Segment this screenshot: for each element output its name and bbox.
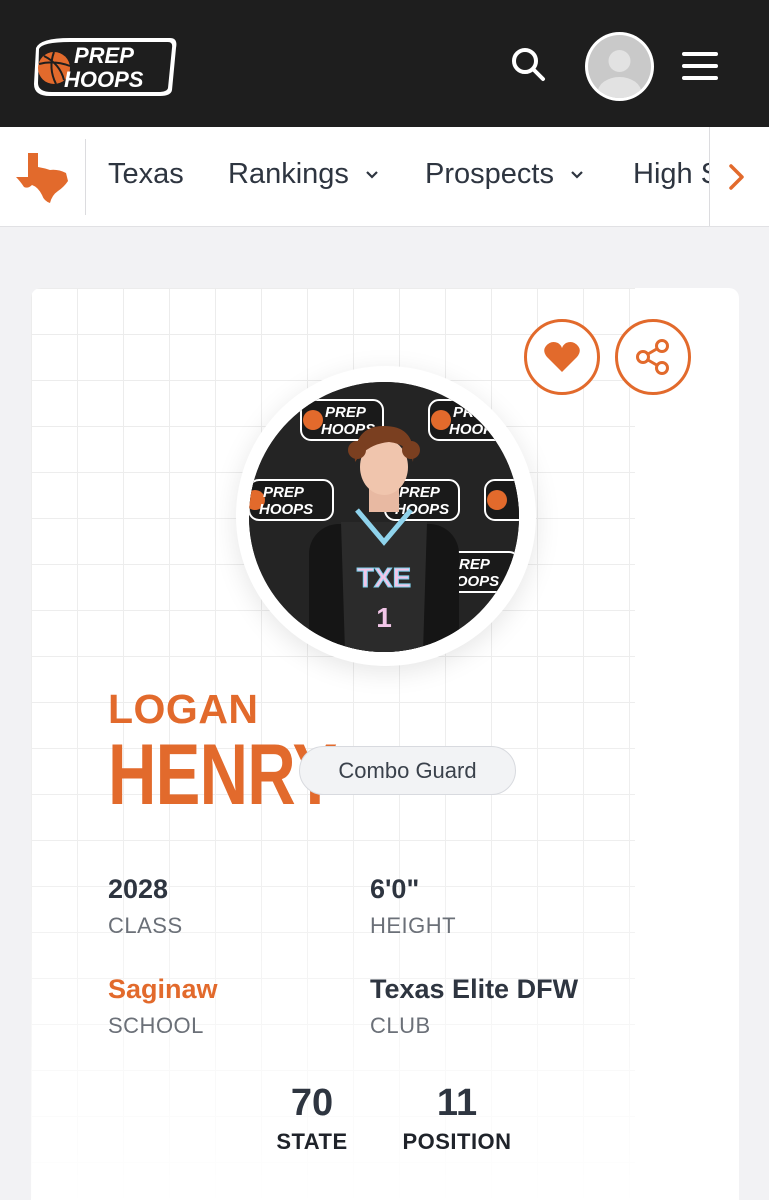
stat-label: CLUB [370, 1013, 431, 1038]
svg-text:HOOPS: HOOPS [449, 421, 503, 438]
logo-graphic: PREP HOOPS [34, 38, 177, 96]
player-photo-frame: PREP HOOPS PREP HOOPS PREP HOOPS PREP HO… [236, 366, 536, 666]
nav-item-label: Texas [108, 158, 184, 190]
texas-map-icon[interactable] [14, 151, 72, 205]
school-link[interactable]: Saginaw [108, 974, 218, 1005]
chevron-down-icon [366, 170, 378, 179]
nav-item-high-schools[interactable]: High S [633, 158, 720, 191]
nav-item-rankings[interactable]: Rankings [228, 158, 379, 191]
stat-label: HEIGHT [370, 913, 457, 938]
nav-item-texas[interactable]: Texas [108, 158, 184, 191]
rank-value: 70 [290, 1082, 334, 1124]
player-photo: PREP HOOPS PREP HOOPS PREP HOOPS PREP HO… [249, 382, 519, 652]
state-ranking: 70 STATE [237, 1082, 387, 1155]
stat-label: CLASS [108, 913, 183, 938]
player-first-name: LOGAN [108, 686, 259, 732]
backdrop-logo [484, 479, 519, 521]
share-button[interactable] [615, 319, 691, 395]
svg-text:HOOPS: HOOPS [395, 501, 449, 518]
avatar [588, 35, 651, 98]
stat-value: 2028 [108, 874, 169, 904]
stat-school: Saginaw SCHOOL [108, 974, 218, 1039]
user-avatar-button[interactable] [585, 32, 654, 101]
svg-text:PREP: PREP [399, 484, 441, 501]
stat-height: 6'0" HEIGHT [370, 874, 456, 939]
prep-hoops-logo[interactable]: PREP HOOPS [30, 34, 180, 98]
stat-value: 6'0" [370, 874, 420, 904]
nav-item-prospects[interactable]: Prospects [425, 158, 584, 191]
position-ranking: 11 POSITION [382, 1082, 532, 1155]
position-badge: Combo Guard [299, 746, 516, 795]
top-header: PREP HOOPS [0, 0, 769, 127]
svg-text:PREP: PREP [263, 484, 305, 501]
stat-label: SCHOOL [108, 1013, 204, 1038]
stat-value: Texas Elite DFW [370, 974, 579, 1004]
svg-text:TXE: TXE [357, 562, 411, 593]
default-user-icon [597, 50, 642, 98]
rank-label: STATE [276, 1129, 348, 1154]
nav-item-label: Prospects [425, 158, 554, 190]
backdrop-logo: PREP HOOPS [249, 479, 334, 521]
svg-text:PREP: PREP [453, 404, 495, 421]
nav-divider [709, 127, 710, 226]
stat-class: 2028 CLASS [108, 874, 183, 939]
rank-value: 11 [436, 1082, 478, 1124]
section-nav: Texas Rankings Prospects High S [0, 127, 769, 227]
favorite-button[interactable] [524, 319, 600, 395]
svg-text:HOOPS: HOOPS [64, 67, 144, 92]
svg-text:HOOPS: HOOPS [259, 501, 313, 518]
hamburger-menu-icon [682, 52, 718, 80]
menu-button[interactable] [680, 48, 720, 84]
share-icon [636, 339, 669, 375]
nav-divider [85, 139, 86, 215]
rank-label: POSITION [402, 1129, 512, 1154]
nav-item-label: Rankings [228, 158, 349, 190]
nav-item-label: High S [633, 158, 721, 190]
stat-club: Texas Elite DFW CLUB [370, 974, 578, 1039]
search-button[interactable] [508, 44, 548, 84]
heart-icon [544, 342, 580, 372]
player-profile-card: PREP HOOPS PREP HOOPS PREP HOOPS PREP HO… [31, 288, 739, 1200]
chevron-down-icon [571, 170, 583, 179]
svg-text:PREP: PREP [74, 43, 134, 68]
chevron-right-icon [729, 164, 744, 190]
svg-text:PREP: PREP [325, 404, 367, 421]
svg-text:1: 1 [376, 602, 392, 633]
nav-scroll-right-button[interactable] [709, 127, 769, 226]
search-icon [512, 48, 545, 81]
